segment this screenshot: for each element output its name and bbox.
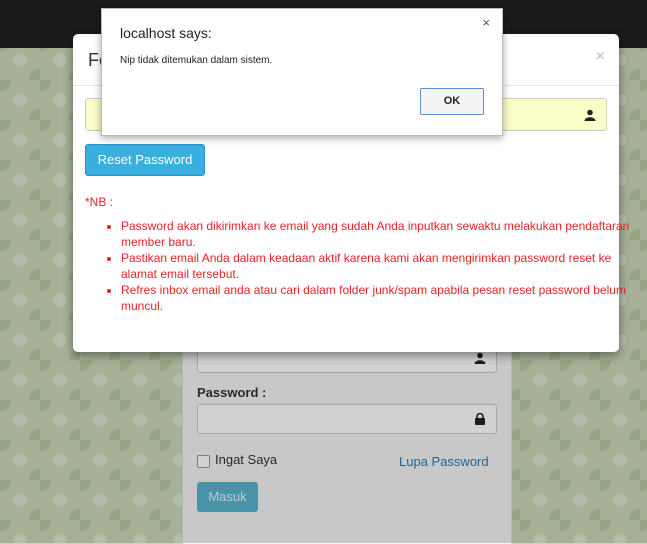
alert-message: Nip tidak ditemukan dalam sistem. — [120, 55, 273, 66]
close-icon[interactable]: × — [482, 15, 490, 30]
list-item: Refres inbox email anda atau cari dalam … — [121, 282, 631, 314]
list-item: Password akan dikirimkan ke email yang s… — [121, 218, 631, 250]
list-item: Pastikan email Anda dalam keadaan aktif … — [121, 250, 631, 282]
notes-list: Password akan dikirimkan ke email yang s… — [103, 218, 631, 314]
alert-title: localhost says: — [120, 25, 212, 41]
user-icon — [584, 109, 596, 121]
nb-label: *NB : — [85, 195, 114, 209]
browser-alert-dialog: localhost says: × Nip tidak ditemukan da… — [101, 8, 503, 136]
reset-password-button[interactable]: Reset Password — [85, 144, 205, 176]
close-icon[interactable]: × — [596, 48, 605, 66]
ok-button[interactable]: OK — [420, 88, 484, 115]
